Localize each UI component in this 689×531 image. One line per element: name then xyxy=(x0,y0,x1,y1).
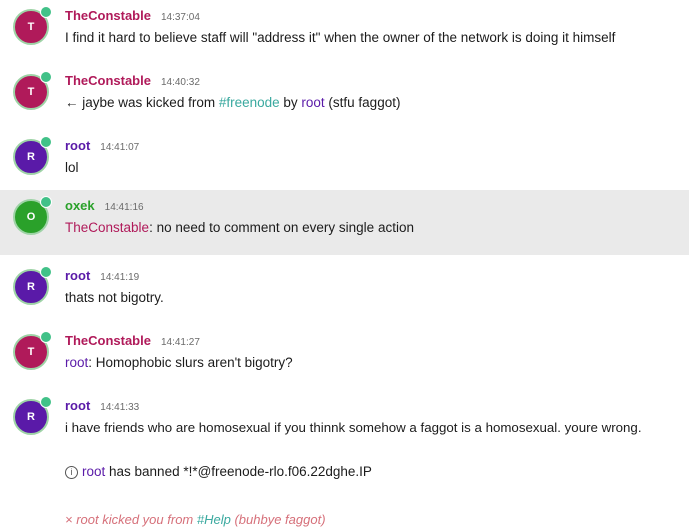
online-status-dot xyxy=(40,396,52,408)
message-nick[interactable]: TheConstable 14:40:32 xyxy=(65,73,200,88)
online-status-dot xyxy=(40,331,52,343)
message-time: 14:40:32 xyxy=(160,77,200,88)
ban-user[interactable]: root xyxy=(82,464,105,479)
channel-link[interactable]: #Help xyxy=(197,512,231,527)
message-text: ← jaybe was kicked from #freenode by roo… xyxy=(65,95,400,110)
message-time: 14:41:33 xyxy=(100,402,140,413)
message-nick[interactable]: TheConstable 14:37:04 xyxy=(65,8,200,23)
kick-reason: (buhbye faggot) xyxy=(230,512,326,527)
message-text: thats not bigotry. xyxy=(65,290,164,305)
message-nick[interactable]: root 14:41:33 xyxy=(65,398,139,413)
kick-arrow-icon: ← xyxy=(65,95,79,110)
ban-text: has banned *!*@freenode-rlo.f06.22dghe.I… xyxy=(105,464,372,479)
online-status-dot xyxy=(40,266,52,278)
message-highlighted: O oxek 14:41:16 TheConstable: no need to … xyxy=(0,190,689,255)
nick-name[interactable]: root xyxy=(65,398,90,413)
message-text: root: Homophobic slurs aren't bigotry? xyxy=(65,355,293,370)
message: R root 14:41:19 thats not bigotry. xyxy=(0,260,689,325)
mention-nick[interactable]: TheConstable xyxy=(65,220,149,235)
mention-nick[interactable]: root xyxy=(65,355,88,370)
message-nick[interactable]: TheConstable 14:41:27 xyxy=(65,333,200,348)
message-time: 14:41:07 xyxy=(100,142,140,153)
close-icon: × xyxy=(65,512,73,527)
online-status-dot xyxy=(40,71,52,83)
online-status-dot xyxy=(40,196,52,208)
message-text: i have friends who are homosexual if you… xyxy=(65,420,642,435)
kicker-nick[interactable]: root xyxy=(301,95,324,110)
kicked-user: jaybe xyxy=(82,95,115,110)
nick-name[interactable]: TheConstable xyxy=(65,333,151,348)
message-time: 14:41:16 xyxy=(104,202,144,213)
kick-reason: (stfu faggot) xyxy=(324,95,401,110)
message: R root 14:41:07 lol xyxy=(0,130,689,195)
nick-name[interactable]: TheConstable xyxy=(65,8,151,23)
message-time: 14:41:19 xyxy=(100,272,140,283)
channel-link[interactable]: #freenode xyxy=(219,95,280,110)
message-text: I find it hard to believe staff will "ad… xyxy=(65,30,616,45)
message-nick[interactable]: oxek 14:41:16 xyxy=(65,198,144,213)
message-time: 14:41:27 xyxy=(160,337,200,348)
message: T TheConstable 14:41:27 root: Homophobic … xyxy=(0,325,689,390)
nick-name[interactable]: TheConstable xyxy=(65,73,151,88)
message: T TheConstable 14:37:04 I find it hard to… xyxy=(0,0,689,65)
nick-name[interactable]: oxek xyxy=(65,198,95,213)
kick-phrase: was kicked from xyxy=(114,95,219,110)
nick-name[interactable]: root xyxy=(65,138,90,153)
message-body: : no need to comment on every single act… xyxy=(149,220,414,235)
online-status-dot xyxy=(40,6,52,18)
info-icon: i xyxy=(65,466,78,479)
kick-text: root kicked you from xyxy=(72,512,197,527)
message-text: lol xyxy=(65,160,79,175)
chat-log: T TheConstable 14:37:04 I find it hard to… xyxy=(0,0,689,531)
message-time: 14:37:04 xyxy=(160,12,200,23)
kick-notice: × root kicked you from #Help (buhbye fag… xyxy=(65,512,326,527)
message-text: TheConstable: no need to comment on ever… xyxy=(65,220,414,235)
online-status-dot xyxy=(40,136,52,148)
message-nick[interactable]: root 14:41:19 xyxy=(65,268,139,283)
message: T TheConstable 14:40:32 ← jaybe was kicke… xyxy=(0,65,689,130)
ban-notice: i root has banned *!*@freenode-rlo.f06.22… xyxy=(65,464,372,479)
message: R root 14:41:33 i have friends who are ho… xyxy=(0,390,689,455)
by-word: by xyxy=(279,95,302,110)
message-body: : Homophobic slurs aren't bigotry? xyxy=(88,355,293,370)
message-nick[interactable]: root 14:41:07 xyxy=(65,138,139,153)
nick-name[interactable]: root xyxy=(65,268,90,283)
